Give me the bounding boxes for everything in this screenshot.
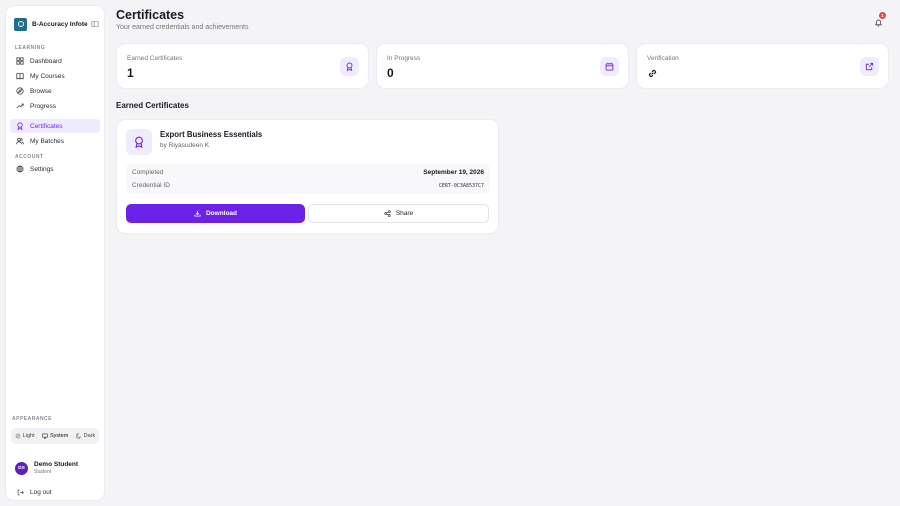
stat-card-in-progress: In Progress 0	[377, 44, 628, 88]
sidebar-item-label: Certificates	[30, 122, 63, 130]
award-icon	[126, 129, 152, 155]
calendar-icon	[600, 57, 619, 76]
stat-card-earned: Earned Certificates 1	[117, 44, 368, 88]
certificate-title: Export Business Essentials	[160, 130, 263, 139]
section-label-appearance: APPEARANCE	[12, 416, 53, 422]
sidebar-item-settings[interactable]: Settings	[10, 162, 100, 176]
sidebar-item-label: Dashboard	[30, 57, 62, 65]
gear-icon	[16, 165, 24, 173]
sidebar-item-dashboard[interactable]: Dashboard	[10, 54, 100, 68]
credential-id-label: Credential ID	[132, 182, 170, 189]
completed-date: September 19, 2026	[423, 169, 484, 176]
brand-name: B-Accuracy Infote...	[32, 20, 88, 28]
compass-icon	[16, 87, 24, 95]
book-icon	[16, 72, 24, 80]
brand-logo-icon	[14, 17, 27, 31]
logout-button[interactable]: Log out	[17, 489, 52, 496]
sidebar: B-Accuracy Infote... LEARNING Dashboard …	[6, 6, 104, 500]
brand[interactable]: B-Accuracy Infote...	[14, 14, 100, 34]
stat-label: Earned Certificates	[127, 55, 183, 62]
share-button[interactable]: Share	[308, 204, 489, 223]
stat-label: Verification	[647, 55, 679, 62]
sidebar-item-label: My Batches	[30, 137, 64, 145]
download-label: Download	[205, 210, 238, 217]
certificate-details: Completed September 19, 2026 Credential …	[126, 164, 490, 194]
sidebar-toggle-icon[interactable]	[91, 20, 99, 28]
avatar: DS	[15, 461, 28, 475]
award-icon	[17, 122, 23, 130]
sidebar-item-label: My Courses	[30, 72, 65, 80]
moon-icon	[75, 433, 81, 439]
notifications-button[interactable]: 1	[874, 12, 886, 27]
user-role: Student	[34, 469, 52, 475]
sidebar-item-my-batches[interactable]: My Batches	[10, 134, 100, 148]
stat-label: In Progress	[387, 55, 421, 62]
stat-value: 0	[387, 66, 394, 80]
users-icon	[16, 137, 24, 145]
bell-icon	[874, 19, 883, 27]
logout-label: Log out	[30, 489, 52, 496]
award-icon	[340, 57, 359, 76]
credential-id-value: CERT-0C3A8537C7	[438, 183, 484, 189]
theme-switcher: Light System Dark	[11, 428, 99, 444]
theme-light-label: Light	[22, 433, 35, 439]
grid-icon	[16, 57, 24, 65]
theme-dark-option[interactable]: Dark	[75, 433, 96, 439]
sun-icon	[14, 433, 21, 439]
certificate-card: Export Business Essentials by Riyasudeen…	[117, 120, 498, 233]
download-icon	[194, 210, 201, 217]
section-label-learning: LEARNING	[15, 45, 46, 51]
user-profile[interactable]: DS Demo Student Student	[15, 461, 78, 475]
section-label-account: ACCOUNT	[15, 154, 44, 160]
download-button[interactable]: Download	[126, 204, 305, 223]
share-icon	[384, 210, 391, 217]
sidebar-item-label: Settings	[30, 165, 54, 173]
stat-card-verification: Verification	[637, 44, 888, 88]
logout-icon	[17, 489, 24, 496]
theme-dark-label: Dark	[83, 433, 96, 439]
share-label: Share	[395, 210, 414, 217]
completed-label: Completed	[132, 169, 164, 176]
external-link-icon[interactable]	[860, 57, 879, 76]
sidebar-item-label: Progress	[30, 102, 57, 110]
sidebar-item-my-courses[interactable]: My Courses	[10, 69, 100, 83]
theme-system-label: System	[49, 433, 69, 439]
theme-system-option[interactable]: System	[42, 433, 68, 439]
trending-icon	[16, 103, 24, 109]
stat-value: 1	[127, 66, 134, 80]
earned-certificates-heading: Earned Certificates	[116, 101, 189, 110]
sidebar-item-label: Browse	[30, 87, 52, 95]
theme-light-option[interactable]: Light	[14, 433, 35, 439]
sidebar-item-progress[interactable]: Progress	[10, 99, 100, 113]
page-subtitle: Your earned credentials and achievements	[116, 24, 249, 31]
monitor-icon	[42, 433, 48, 439]
notification-badge: 1	[879, 12, 886, 19]
page-title: Certificates	[116, 8, 185, 22]
certificate-author: by Riyasudeen K	[160, 142, 210, 149]
link-icon	[648, 69, 657, 78]
sidebar-item-browse[interactable]: Browse	[10, 84, 100, 98]
user-name: Demo Student	[34, 461, 79, 468]
sidebar-item-certificates[interactable]: Certificates	[10, 119, 100, 133]
